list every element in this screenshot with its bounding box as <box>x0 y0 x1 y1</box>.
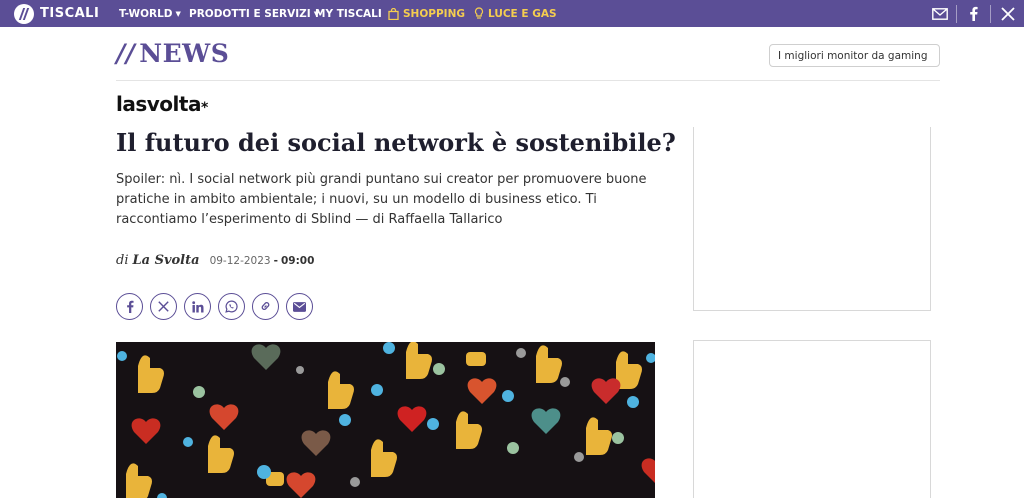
publish-date: 09-12-2023 <box>209 255 271 267</box>
promo-pill[interactable]: I migliori monitor da gaming <box>769 44 940 67</box>
byline-prefix: di <box>116 253 129 268</box>
nav-luce-gas-label: LUCE E GAS <box>488 7 557 20</box>
brand-name: lasvolta <box>116 92 201 116</box>
author-link[interactable]: La Svolta <box>132 253 199 268</box>
article-summary: Spoiler: nì. I social network più grandi… <box>116 172 647 227</box>
nav-shopping[interactable]: SHOPPING <box>388 0 465 27</box>
brand-mark: * <box>200 100 208 116</box>
emoji-pattern-image <box>116 342 655 498</box>
header-divider <box>116 80 940 81</box>
top-navbar: TISCALI T-WORLD ▼ PRODOTTI E SERVIZI ▼ MY … <box>0 0 1024 27</box>
logo-text: TISCALI <box>40 6 100 21</box>
share-link-icon[interactable] <box>252 293 279 320</box>
nav-prodotti-label: PRODOTTI E SERVIZI <box>189 7 311 20</box>
share-email-icon[interactable] <box>286 293 313 320</box>
section-title[interactable]: //NEWS <box>116 39 229 68</box>
article-headline: Il futuro dei social network è sostenibi… <box>116 128 676 157</box>
share-linkedin-icon[interactable] <box>184 293 211 320</box>
section-slashes: // <box>116 39 136 68</box>
share-bar <box>116 293 313 320</box>
tiscali-logo[interactable]: TISCALI <box>14 3 99 24</box>
article-hero-image <box>116 342 655 498</box>
ad-slot-bottom[interactable] <box>693 340 931 498</box>
share-facebook-icon[interactable] <box>116 293 143 320</box>
x-icon[interactable] <box>991 0 1024 27</box>
mail-icon[interactable] <box>923 0 956 27</box>
nav-my-tiscali-label: MY TISCALI <box>315 7 382 20</box>
share-whatsapp-icon[interactable] <box>218 293 245 320</box>
time-separator: - <box>273 255 278 267</box>
share-x-icon[interactable] <box>150 293 177 320</box>
section-title-text: NEWS <box>139 39 230 68</box>
article-byline: di La Svolta 09-12-2023 - 09:00 <box>116 253 314 268</box>
facebook-icon[interactable] <box>957 0 990 27</box>
lightbulb-icon <box>474 7 484 19</box>
nav-t-world[interactable]: T-WORLD ▼ <box>119 0 181 27</box>
publish-time: 09:00 <box>280 255 315 267</box>
nav-my-tiscali[interactable]: MY TISCALI <box>315 0 382 27</box>
caret-down-icon: ▼ <box>175 9 181 18</box>
shopping-bag-icon <box>388 7 399 20</box>
nav-luce-gas[interactable]: LUCE E GAS <box>474 0 557 27</box>
nav-shopping-label: SHOPPING <box>403 7 465 20</box>
lasvolta-logo[interactable]: lasvolta* <box>116 92 208 116</box>
tiscali-logo-icon <box>14 3 34 24</box>
nav-prodotti-servizi[interactable]: PRODOTTI E SERVIZI ▼ <box>189 0 319 27</box>
ad-slot-top[interactable] <box>693 127 931 311</box>
topbar-right-icons <box>923 0 1024 27</box>
nav-t-world-label: T-WORLD <box>119 7 173 20</box>
